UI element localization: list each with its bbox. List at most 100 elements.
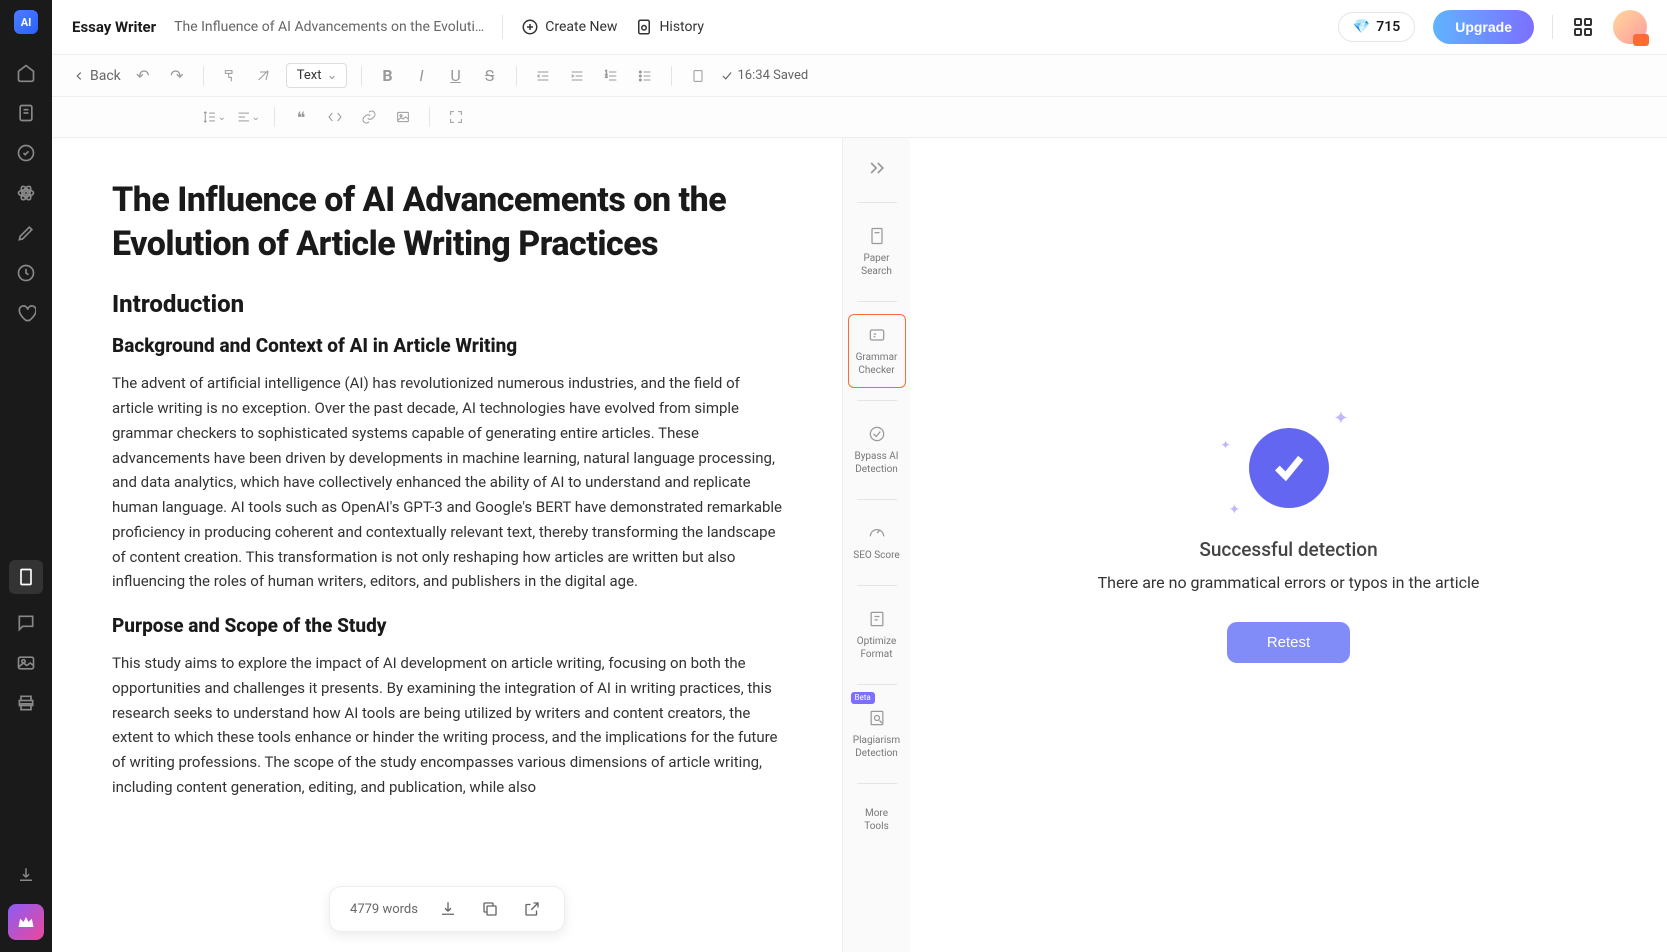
more-tools-label: More Tools — [853, 807, 901, 833]
editor-toolbar-row2: ⌄ ⌄ ❝ — [52, 97, 1667, 138]
seo-icon — [867, 523, 887, 543]
right-tool-strip: Paper Search Grammar Checker Bypass AI D… — [842, 138, 910, 952]
gem-icon: 💎 — [1353, 19, 1370, 35]
success-badge-icon: ✦ — [1249, 428, 1329, 508]
apps-grid-icon[interactable] — [1571, 15, 1595, 39]
purpose-paragraph: This study aims to explore the impact of… — [112, 651, 782, 800]
intro-heading: Introduction — [112, 290, 782, 318]
chat-icon[interactable] — [15, 612, 37, 634]
more-tools[interactable]: More Tools — [848, 796, 906, 844]
purpose-heading: Purpose and Scope of the Study — [112, 614, 782, 637]
indent-increase-icon[interactable] — [565, 64, 589, 88]
word-count: 4779 words — [350, 902, 418, 917]
plagiarism-label: Plagiarism Detection — [853, 734, 901, 760]
bold-icon[interactable]: B — [376, 64, 400, 88]
text-style-select[interactable]: Text — [286, 63, 347, 88]
bypass-ai-label: Bypass AI Detection — [853, 450, 901, 476]
paper-search-tool[interactable]: Paper Search — [848, 215, 906, 289]
user-avatar[interactable] — [1613, 10, 1647, 44]
fullscreen-icon[interactable] — [444, 105, 468, 129]
file-active-icon[interactable] — [9, 560, 43, 594]
divider — [857, 499, 897, 500]
document-editor[interactable]: The Influence of AI Advancements on the … — [52, 138, 842, 952]
document-icon[interactable] — [15, 102, 37, 124]
paper-search-icon — [867, 226, 887, 246]
redo-icon[interactable]: ↷ — [165, 64, 189, 88]
create-new-button[interactable]: Create New — [521, 18, 617, 36]
plagiarism-icon — [867, 708, 887, 728]
divider — [857, 202, 897, 203]
chevron-left-icon — [72, 69, 86, 83]
retest-button[interactable]: Retest — [1227, 622, 1350, 663]
plagiarism-tool[interactable]: Beta Plagiarism Detection — [848, 697, 906, 771]
clock-icon — [635, 18, 653, 36]
bullet-list-icon[interactable] — [633, 64, 657, 88]
collapse-strip-icon[interactable] — [867, 158, 887, 178]
separator — [671, 66, 672, 86]
app-title: Essay Writer — [72, 18, 156, 36]
premium-crown-icon[interactable] — [8, 904, 44, 940]
back-button[interactable]: Back — [72, 68, 121, 84]
beta-badge: Beta — [851, 692, 875, 704]
code-icon[interactable] — [323, 105, 347, 129]
saved-indicator: 16:34 Saved — [720, 68, 809, 83]
separator — [203, 66, 204, 86]
credits-pill[interactable]: 💎 715 — [1338, 12, 1415, 42]
italic-icon[interactable]: I — [410, 64, 434, 88]
undo-icon[interactable]: ↶ — [131, 64, 155, 88]
upgrade-button[interactable]: Upgrade — [1433, 10, 1534, 44]
image-icon[interactable] — [15, 652, 37, 674]
image-insert-icon[interactable] — [391, 105, 415, 129]
grammar-checker-tool[interactable]: Grammar Checker — [848, 314, 906, 388]
separator — [274, 107, 275, 127]
check-icon[interactable] — [15, 142, 37, 164]
print-icon[interactable] — [15, 692, 37, 714]
underline-icon[interactable]: U — [444, 64, 468, 88]
checkmark-icon — [720, 69, 734, 83]
optimize-icon — [867, 609, 887, 629]
home-icon[interactable] — [15, 62, 37, 84]
line-spacing-icon[interactable]: ⌄ — [202, 105, 226, 129]
ordered-list-icon[interactable]: 12 — [599, 64, 623, 88]
grammar-result-panel: ✦ Successful detection There are no gram… — [910, 138, 1667, 952]
saved-label: 16:34 Saved — [738, 68, 809, 83]
back-label: Back — [90, 68, 121, 84]
divider — [857, 585, 897, 586]
history-button[interactable]: History — [635, 18, 704, 36]
external-link-icon[interactable] — [520, 897, 544, 921]
heart-icon[interactable] — [15, 302, 37, 324]
success-message: There are no grammatical errors or typos… — [1098, 573, 1480, 592]
align-icon[interactable]: ⌄ — [236, 105, 260, 129]
seo-score-tool[interactable]: SEO Score — [848, 512, 906, 573]
separator — [516, 66, 517, 86]
background-paragraph: The advent of artificial intelligence (A… — [112, 371, 782, 594]
download-icon[interactable] — [436, 897, 460, 921]
strikethrough-icon[interactable]: S — [478, 64, 502, 88]
copy-icon[interactable] — [478, 897, 502, 921]
page-icon[interactable] — [686, 64, 710, 88]
app-logo[interactable]: AI — [14, 10, 38, 34]
divider — [857, 400, 897, 401]
credits-value: 715 — [1376, 19, 1400, 35]
format-paint-icon[interactable] — [218, 64, 242, 88]
history-icon[interactable] — [15, 262, 37, 284]
success-title: Successful detection — [1199, 538, 1377, 561]
download-small-icon[interactable] — [15, 864, 37, 886]
divider — [502, 15, 503, 39]
divider — [857, 301, 897, 302]
plus-circle-icon — [521, 18, 539, 36]
clear-format-icon[interactable] — [252, 64, 276, 88]
divider — [857, 684, 897, 685]
top-header: Essay Writer The Influence of AI Advance… — [52, 0, 1667, 55]
header-doc-title: The Influence of AI Advancements on the … — [174, 19, 484, 35]
history-label: History — [659, 19, 704, 35]
optimize-format-label: Optimize Format — [853, 635, 901, 661]
background-heading: Background and Context of AI in Article … — [112, 334, 782, 357]
atom-icon[interactable] — [15, 182, 37, 204]
optimize-format-tool[interactable]: Optimize Format — [848, 598, 906, 672]
bypass-ai-tool[interactable]: Bypass AI Detection — [848, 413, 906, 487]
quote-icon[interactable]: ❝ — [289, 105, 313, 129]
link-icon[interactable] — [357, 105, 381, 129]
indent-decrease-icon[interactable] — [531, 64, 555, 88]
pencil-icon[interactable] — [15, 222, 37, 244]
